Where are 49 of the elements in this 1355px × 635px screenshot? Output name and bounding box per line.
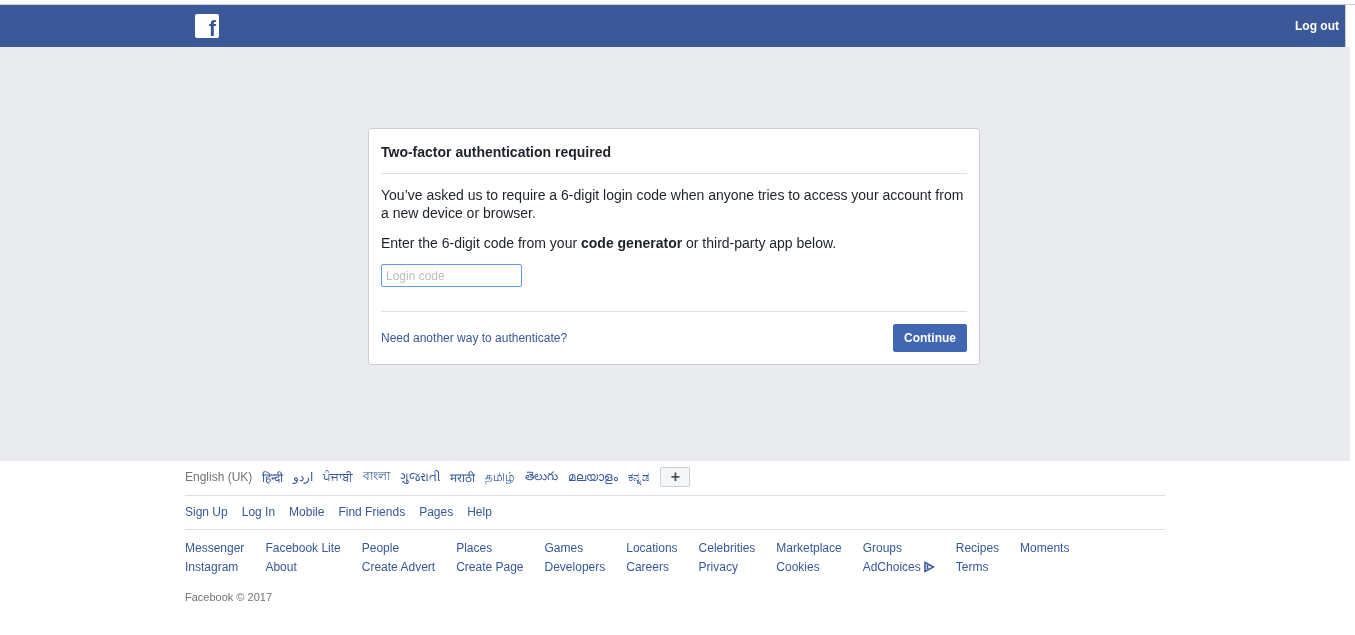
language-link[interactable]: اردو [293,470,314,484]
footer-link[interactable]: Pages [419,505,454,519]
instruction-text: Enter the 6-digit code from your code generator or third-party app below. [381,234,838,252]
logout-link[interactable]: Log out [1295,19,1339,33]
footer-link[interactable]: Games [544,541,606,555]
footer-link[interactable]: Find Friends [338,505,406,519]
footer-link[interactable]: Instagram [185,560,245,574]
language-link[interactable]: తెలుగు [525,468,559,486]
copyright-text: Facebook © 2017 [185,591,273,603]
footer-link[interactable]: Recipes [955,541,1000,555]
language-link[interactable]: ਪੰਜਾਬੀ [323,470,354,484]
help-link[interactable]: Need another way to authenticate? [381,331,568,345]
login-code-field[interactable]: Login code [381,264,522,287]
intro-text: You’ve asked us to require a 6-digit login code when anyone tries to access your account from a new device or browser. [381,186,965,222]
footer-link[interactable]: Help [467,505,492,519]
footer-link[interactable]: Marketplace [776,541,842,555]
footer-link[interactable]: Mobile [289,505,325,519]
language-link[interactable]: English (UK) [185,470,253,484]
footer-link[interactable]: People [361,541,436,555]
language-link[interactable]: தமிழ் [485,469,516,485]
language-link[interactable]: മലയാളം [568,470,619,484]
footer-link[interactable]: Groups [862,541,935,555]
footer-link[interactable]: Locations [626,541,678,555]
footer-link[interactable]: Places [456,541,524,555]
footer-link[interactable]: Terms [955,560,1000,574]
language-link[interactable]: ಕನ್ನಡ [628,470,651,484]
footer-link[interactable]: About [265,560,341,574]
card-title: Two-factor authentication required [381,129,967,174]
footer-link[interactable]: Messenger [185,541,245,555]
footer-link[interactable]: Cookies [776,560,842,574]
footer-link[interactable]: Developers [544,560,606,574]
language-link[interactable]: বাংলা [363,467,391,487]
footer-link[interactable]: Sign Up [185,505,228,519]
adchoices-link[interactable]: AdChoices [862,560,935,574]
logo-icon[interactable]: f [195,14,219,38]
footer-link[interactable]: Moments [1020,541,1070,555]
more-languages-button[interactable]: + [660,467,691,487]
language-link[interactable]: मराठी [450,468,476,486]
continue-button[interactable]: Continue [893,324,967,352]
footer-link[interactable]: Create Page [456,560,524,574]
language-link[interactable]: ગુજરાતી [400,470,441,484]
footer-link[interactable]: Privacy [698,560,756,574]
footer-link[interactable]: Create Advert [361,560,436,574]
footer-link[interactable]: Log In [241,505,276,519]
footer-link[interactable]: Facebook Lite [265,541,341,555]
footer-link[interactable]: Careers [626,560,678,574]
triangle-play-icon [922,561,935,573]
footer-link[interactable]: Celebrities [698,541,756,555]
language-link[interactable]: हिन्दी [262,468,284,486]
